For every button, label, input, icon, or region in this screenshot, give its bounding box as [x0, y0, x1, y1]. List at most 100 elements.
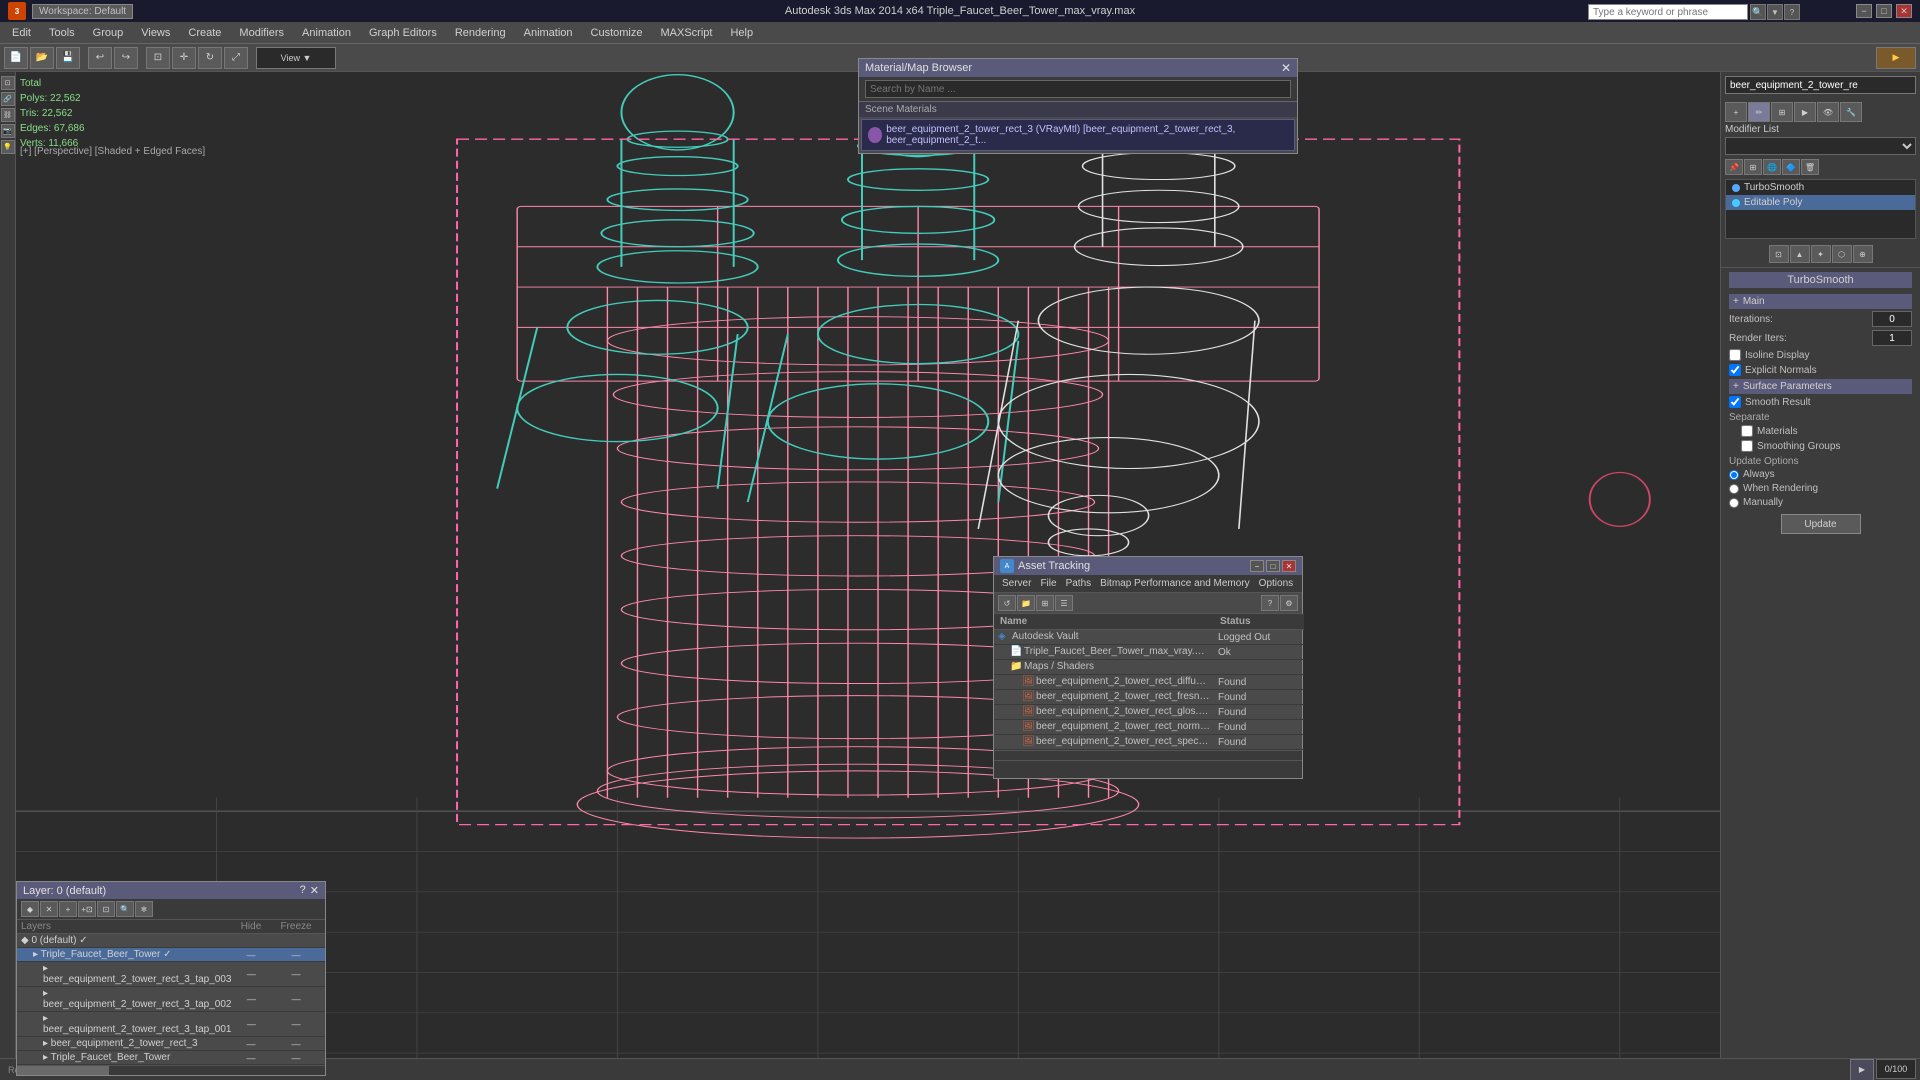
menu-maxscript[interactable]: MAXScript [653, 25, 721, 41]
asset-close[interactable]: ✕ [1282, 560, 1296, 572]
asset-minimize[interactable]: − [1250, 560, 1264, 572]
toolbar-undo[interactable]: ↩ [88, 47, 112, 69]
layer-row-default[interactable]: ◆ 0 (default) ✓ [17, 934, 325, 948]
lt-camera[interactable]: 📷 [1, 124, 15, 138]
toolbar-open[interactable]: 📂 [30, 47, 54, 69]
mod-make-unique[interactable]: 🔷 [1782, 159, 1800, 175]
tab-modify[interactable]: ✏ [1748, 102, 1770, 122]
table-row[interactable]: 🖼beer_equipment_2_tower_rect_normal.png … [994, 720, 1304, 735]
layer-row-triple2[interactable]: ▸ Triple_Faucet_Beer_Tower — — [17, 1051, 325, 1065]
at-help[interactable]: ? [1261, 595, 1279, 611]
menu-group[interactable]: Group [85, 25, 132, 41]
workspace-dropdown[interactable]: Workspace: Default [32, 4, 133, 19]
toolbar-select[interactable]: ⊡ [146, 47, 170, 69]
ly-select[interactable]: ⊡ [97, 901, 115, 917]
materials-checkbox[interactable] [1741, 425, 1753, 437]
manually-radio[interactable] [1729, 498, 1739, 508]
smoothing-groups-checkbox[interactable] [1741, 440, 1753, 452]
table-row[interactable]: 🖼beer_equipment_2_tower_rect_diffuse.png… [994, 675, 1304, 690]
at-btn2[interactable]: 📁 [1017, 595, 1035, 611]
table-row[interactable]: ◈Autodesk Vault Logged Out [994, 630, 1304, 645]
layer-row-rect3[interactable]: ▸ beer_equipment_2_tower_rect_3 — — [17, 1037, 325, 1051]
update-button[interactable]: Update [1781, 514, 1861, 534]
ri-btn4[interactable]: ⬡ [1832, 245, 1852, 263]
menu-customize[interactable]: Customize [583, 25, 651, 41]
ri-btn1[interactable]: ⊡ [1769, 245, 1789, 263]
toolbar-render[interactable]: ▶ [1876, 47, 1916, 69]
search-extra-icon[interactable]: ? [1784, 4, 1800, 20]
asset-menu-bitmap[interactable]: Bitmap Performance and Memory [1096, 577, 1254, 590]
table-row[interactable]: 🖼beer_equipment_2_tower_rect_specular.pn… [994, 735, 1304, 750]
tab-utilities[interactable]: 🔧 [1840, 102, 1862, 122]
at-settings[interactable]: ⚙ [1280, 595, 1298, 611]
layer-close[interactable]: ✕ [310, 884, 319, 897]
lt-link[interactable]: 🔗 [1, 92, 15, 106]
asset-menu-file[interactable]: File [1036, 577, 1060, 590]
ri-btn5[interactable]: ⊕ [1853, 245, 1873, 263]
layer-scrollbar[interactable] [17, 1065, 325, 1075]
explicit-checkbox[interactable] [1729, 364, 1741, 376]
iterations-input[interactable] [1872, 311, 1912, 327]
toolbar-move[interactable]: ✛ [172, 47, 196, 69]
ly-freeze-all[interactable]: ❄ [135, 901, 153, 917]
maximize-button[interactable]: □ [1876, 4, 1892, 18]
menu-animation[interactable]: Animation [294, 25, 359, 41]
lt-light[interactable]: 💡 [1, 140, 15, 154]
toolbar-ref-coord[interactable]: View ▼ [256, 47, 336, 69]
asset-menu-options[interactable]: Options [1255, 577, 1297, 590]
menu-tools[interactable]: Tools [41, 25, 83, 41]
table-row[interactable]: 📄Triple_Faucet_Beer_Tower_max_vray.max O… [994, 645, 1304, 660]
search-input[interactable] [1588, 4, 1748, 20]
asset-menu-server[interactable]: Server [998, 577, 1035, 590]
toolbar-scale[interactable]: ⤢ [224, 47, 248, 69]
toolbar-rotate[interactable]: ↻ [198, 47, 222, 69]
asset-maximize[interactable]: □ [1266, 560, 1280, 572]
table-row[interactable]: 📁Maps / Shaders [994, 660, 1304, 675]
ri-btn3[interactable]: ✦ [1811, 245, 1831, 263]
mod-pin[interactable]: 📌 [1725, 159, 1743, 175]
mat-browser-close[interactable]: ✕ [1281, 61, 1291, 75]
modifier-editpoly[interactable]: Editable Poly [1726, 195, 1915, 210]
at-btn1[interactable]: ↺ [998, 595, 1016, 611]
minimize-button[interactable]: − [1856, 4, 1872, 18]
object-name-field[interactable]: beer_equipment_2_tower_re [1725, 76, 1916, 94]
asset-hscrollbar[interactable] [994, 750, 1302, 760]
section-main[interactable]: Main [1729, 294, 1912, 309]
at-btn3[interactable]: ⊞ [1036, 595, 1054, 611]
lt-unlink[interactable]: ⛓ [1, 108, 15, 122]
tab-hierarchy[interactable]: ⊞ [1771, 102, 1793, 122]
when-rendering-radio[interactable] [1729, 484, 1739, 494]
ri-btn2[interactable]: ▲ [1790, 245, 1810, 263]
search-icon[interactable]: 🔍 [1750, 4, 1766, 20]
layer-row-tap002[interactable]: ▸ beer_equipment_2_tower_rect_3_tap_002 … [17, 987, 325, 1012]
menu-views[interactable]: Views [133, 25, 178, 41]
render-iters-input[interactable] [1872, 330, 1912, 346]
mat-search-input[interactable] [865, 80, 1291, 98]
ly-add[interactable]: + [59, 901, 77, 917]
ly-find[interactable]: 🔍 [116, 901, 134, 917]
toolbar-redo[interactable]: ↪ [114, 47, 138, 69]
layer-help[interactable]: ? [300, 884, 306, 897]
timebar-play[interactable]: ▶ [1850, 1059, 1874, 1080]
ly-current[interactable]: ◆ [21, 901, 39, 917]
menu-create[interactable]: Create [180, 25, 229, 41]
layer-row-tap003[interactable]: ▸ beer_equipment_2_tower_rect_3_tap_003 … [17, 962, 325, 987]
modifier-turbos[interactable]: TurboSmooth [1726, 180, 1915, 195]
close-button[interactable]: ✕ [1896, 4, 1912, 18]
mod-show-world[interactable]: 🌐 [1763, 159, 1781, 175]
tab-motion[interactable]: ▶ [1794, 102, 1816, 122]
section-surface[interactable]: Surface Parameters [1729, 379, 1912, 394]
material-item[interactable]: beer_equipment_2_tower_rect_3 (VRayMtl) … [861, 119, 1295, 151]
menu-modifiers[interactable]: Modifiers [231, 25, 292, 41]
tab-create[interactable]: + [1725, 102, 1747, 122]
table-row[interactable]: 🖼beer_equipment_2_tower_rect_glos.png Fo… [994, 705, 1304, 720]
menu-graph-editors[interactable]: Graph Editors [361, 25, 445, 41]
toolbar-new[interactable]: 📄 [4, 47, 28, 69]
tab-display[interactable]: 👁 [1817, 102, 1839, 122]
lt-select[interactable]: ⊡ [1, 76, 15, 90]
menu-animation2[interactable]: Animation [516, 25, 581, 41]
at-btn4[interactable]: ☰ [1055, 595, 1073, 611]
smooth-result-checkbox[interactable] [1729, 396, 1741, 408]
isoline-checkbox[interactable] [1729, 349, 1741, 361]
ly-delete[interactable]: ✕ [40, 901, 58, 917]
